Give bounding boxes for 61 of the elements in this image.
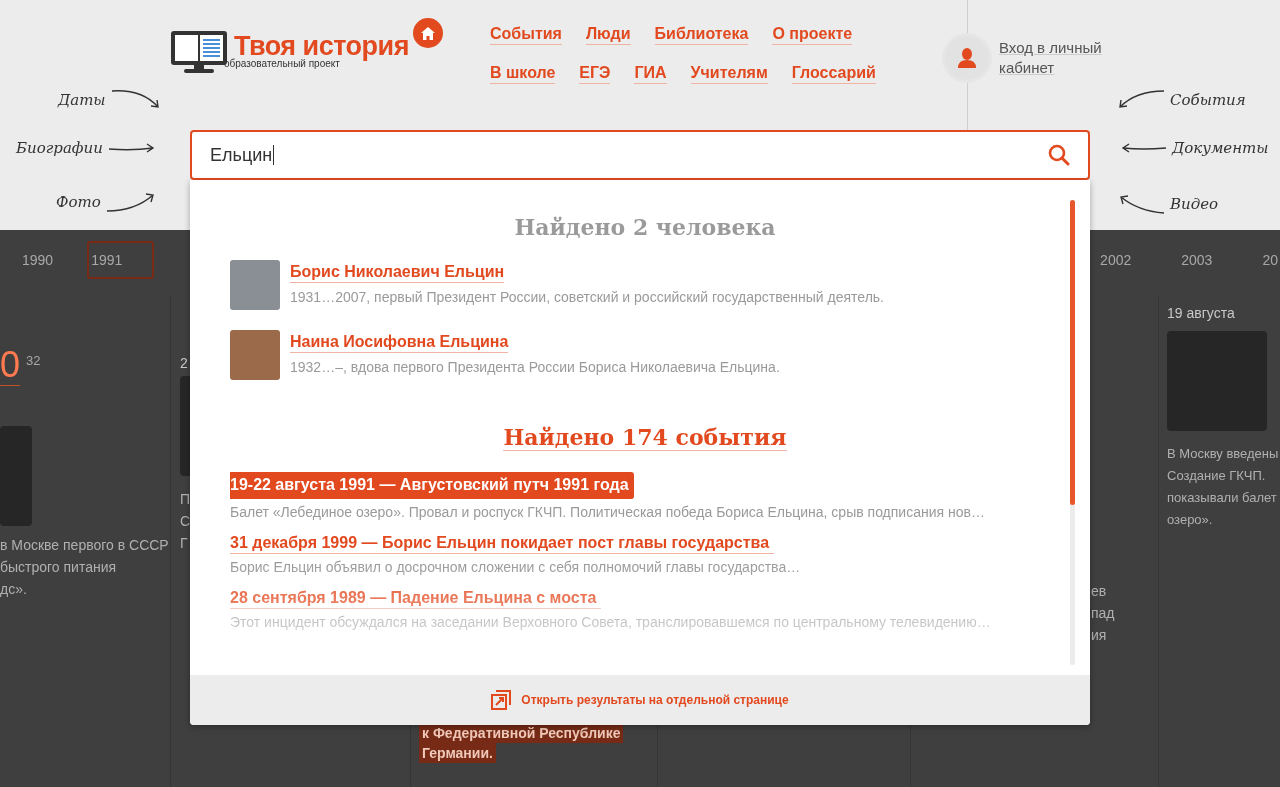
year-tab[interactable]: 2003 [1181,242,1213,278]
nav-link[interactable]: События [490,24,562,45]
person-description: 1932…–, вдова первого Президента России Бориса Николаевича Ельцина. [290,359,780,375]
login-link[interactable]: Вход в личный кабинет [999,38,1119,78]
event-text: П [180,490,191,509]
search-icon[interactable] [1048,144,1070,166]
event-text: Г [180,534,189,553]
events-heading-link[interactable]: Найдено 174 события [503,424,787,451]
user-icon [958,48,976,68]
hint-label: Документы [1172,139,1269,157]
date-count: 32 [26,353,41,368]
scrollbar[interactable] [1070,200,1075,665]
external-window-icon [491,690,512,710]
event-text: Создание ГКЧП. [1167,467,1267,485]
person-link[interactable]: Борис Николаевич Ельцин [290,263,505,283]
event-text: С [180,512,191,531]
event-link[interactable]: 28 сентября 1989 — Падение Ельцина с моста [225,587,602,609]
nav-link[interactable]: Глоссарий [791,63,876,84]
nav-link[interactable]: Люди [585,24,631,45]
home-button[interactable] [412,18,443,48]
people-heading: Найдено 2 человека [514,214,776,240]
hint-label: Даты [58,91,106,109]
event-text: быстрого питания [0,558,118,577]
event-description: Балет «Лебединое озеро». Провал и роспуск ГКЧП. Политическая победа Бориса Ельцина, срыв подписания нов… [229,504,985,520]
nav-link[interactable]: ГИА [634,63,667,84]
event-text: дс». [0,580,28,599]
year-tab[interactable]: 1990 [22,242,54,278]
hint-label: Видео [1170,195,1219,213]
nav-link[interactable]: Учителям [690,63,768,84]
nav-link[interactable]: Библиотека [654,24,749,45]
event-description: Борис Ельцин объявил о досрочном сложении с себя полномочий главы государства… [229,559,801,575]
user-avatar[interactable] [945,36,989,80]
year-tab[interactable]: 2002 [1100,242,1132,278]
event-date: 2 [180,355,188,371]
event-date: 19 августа [1167,305,1235,321]
nav-link[interactable]: ЕГЭ [579,63,611,84]
open-results-link[interactable]: Открыть результаты на отдельной странице [491,690,789,710]
event-text: показывали балет [1167,489,1278,507]
event-link[interactable]: 31 декабря 1999 — Борис Ельцин покидает пост главы государства [225,532,775,554]
highlighted-text: Германии. [419,743,496,763]
highlighted-text: к Федеративной Республике [419,723,624,743]
event-text: озеро». [1167,511,1214,529]
person-link[interactable]: Наина Иосифовна Ельцина [290,333,509,353]
event-text: ия [1091,626,1108,645]
big-date: 0 [0,345,21,386]
year-tab[interactable]: 1991 [87,241,155,279]
house-icon [420,26,435,40]
nav-link[interactable]: В школе [490,63,556,84]
event-text: ев [1091,582,1108,601]
event-text: в Москве первого в СССР [0,536,169,555]
event-description: Этот инцидент обсуждался на заседании Верховного Совета, транслировавшемся по центральному телевидению… [229,614,991,630]
hint-label: События [1170,91,1246,109]
hint-label: Биографии [16,139,103,157]
event-text: В Москву введены [1167,445,1279,463]
nav-link[interactable]: О проекте [772,24,853,45]
hint-label: Фото [56,193,101,211]
photo-placeholder [230,260,280,310]
person-description: 1931…2007, первый Президент России, советский и российский государственный деятель. [290,289,884,305]
search-field[interactable]: Ельцин [190,130,1090,180]
year-tab[interactable]: 20 [1262,242,1278,278]
event-text: пад [1091,604,1115,623]
